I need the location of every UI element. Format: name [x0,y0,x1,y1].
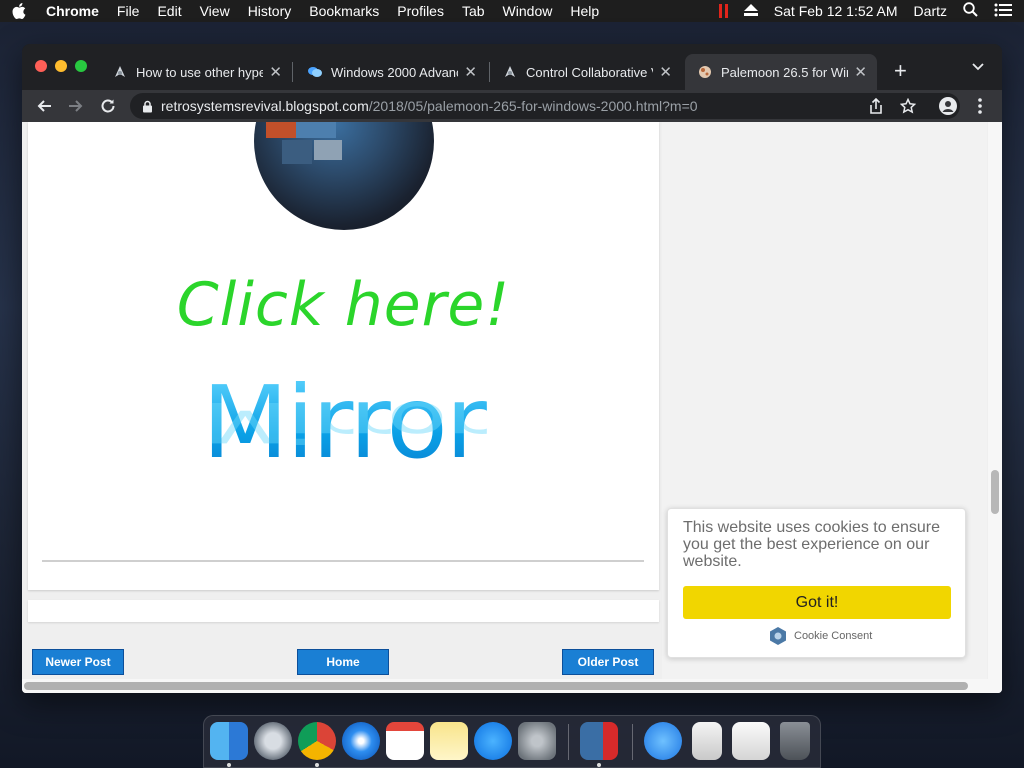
app-store-icon[interactable] [474,722,512,760]
windows-globe-image [254,122,434,230]
chrome-icon[interactable] [298,722,336,760]
menu-bar: Chrome File Edit View History Bookmarks … [0,0,1024,22]
tab-close-icon[interactable]: ✕ [464,63,477,81]
vertical-scrollbar-thumb[interactable] [991,470,999,514]
dock [203,715,821,768]
menu-help[interactable]: Help [570,3,599,19]
tab-separator [292,62,293,82]
cookie-consent-banner: This website uses cookies to ensure you … [667,508,966,658]
menu-profiles[interactable]: Profiles [397,3,444,19]
tab-close-icon[interactable]: ✕ [269,63,282,81]
menu-edit[interactable]: Edit [157,3,181,19]
menubar-user[interactable]: Dartz [914,3,947,19]
post-footer-card [28,600,659,622]
menu-history[interactable]: History [248,3,292,19]
menu-tab[interactable]: Tab [462,3,485,19]
browser-window: How to use other hype ✕ Windows 2000 Adv… [22,44,1002,693]
cookie-consent-logo-icon [770,627,786,645]
bookmark-star-icon[interactable] [898,96,918,116]
running-indicator [315,763,319,767]
tab-control-collaborative[interactable]: Control Collaborative V ✕ [490,54,682,90]
tab-windows-2000-advanced[interactable]: Windows 2000 Advanc ✕ [295,54,487,90]
tab-how-to-use-other-hype[interactable]: How to use other hype ✕ [100,54,292,90]
screenshot-file-icon[interactable] [732,722,770,760]
trash-icon[interactable] [780,722,810,760]
tab-title: Windows 2000 Advanc [331,64,459,80]
forward-arrow-icon[interactable] [66,96,86,116]
lock-icon[interactable] [142,100,153,113]
dock-separator [632,724,633,760]
older-post-button[interactable]: Older Post [562,649,654,675]
safari-icon[interactable] [342,722,380,760]
menu-file[interactable]: File [117,3,140,19]
tab-close-icon[interactable]: ✕ [854,63,867,81]
notes-icon[interactable] [430,722,468,760]
address-bar[interactable]: retrosystemsrevival.blogspot.com/2018/05… [130,93,960,119]
vertical-scrollbar[interactable] [988,122,1002,693]
home-button[interactable]: Home [297,649,389,675]
cookie-consent-brand-label: Cookie Consent [794,630,873,642]
cookie-got-it-button[interactable]: Got it! [683,586,951,619]
tab-title: How to use other hype [136,64,264,80]
calendar-icon[interactable] [386,722,424,760]
share-icon[interactable] [866,96,886,116]
system-preferences-icon[interactable] [518,722,556,760]
page-viewport: Click here! Mirror Mirror Newer Post Hom… [22,122,1002,693]
horizontal-scrollbar-thumb[interactable] [24,682,968,690]
horizontal-scrollbar[interactable] [22,679,988,693]
mirror-reflection: Mirror [202,389,485,455]
launchpad-icon[interactable] [254,722,292,760]
profile-avatar-icon[interactable] [938,96,958,116]
control-center-icon[interactable] [994,3,1012,20]
dock-separator [568,724,569,760]
post-body: Click here! Mirror Mirror [28,122,659,590]
close-window-button[interactable] [35,60,47,72]
chat-icon [308,67,322,77]
more-menu-icon[interactable] [970,96,990,116]
cookie-message: This website uses cookies to ensure you … [683,519,941,570]
palemoon-icon [699,66,711,78]
url-host: retrosystemsrevival.blogspot.com [161,98,369,114]
url-path: /2018/05/palemoon-265-for-windows-2000.h… [368,98,698,114]
post-divider [42,560,644,562]
tab-strip: How to use other hype ✕ Windows 2000 Adv… [22,44,1002,90]
ie-icon [505,66,515,77]
menu-window[interactable]: Window [503,3,553,19]
back-arrow-icon[interactable] [34,96,54,116]
eject-icon[interactable] [743,3,758,19]
applications-folder-icon[interactable] [644,722,682,760]
menu-app-chrome[interactable]: Chrome [46,3,99,19]
running-indicator [597,763,601,767]
minimize-window-button[interactable] [55,60,67,72]
browser-toolbar: retrosystemsrevival.blogspot.com/2018/05… [22,90,1002,122]
reload-icon[interactable] [98,96,118,116]
newer-post-button[interactable]: Newer Post [32,649,124,675]
menubar-clock[interactable]: Sat Feb 12 1:52 AM [774,3,898,19]
tab-title: Palemoon 26.5 for Win [721,64,849,80]
click-here-link-image[interactable]: Click here! [28,270,659,340]
menu-bookmarks[interactable]: Bookmarks [309,3,379,19]
apple-icon[interactable] [12,3,28,19]
tab-close-icon[interactable]: ✕ [659,63,672,81]
window-controls [35,60,87,72]
document-icon[interactable] [692,722,722,760]
menu-view[interactable]: View [200,3,230,19]
tab-title: Control Collaborative V [526,64,654,80]
ie-icon [115,66,125,77]
tab-palemoon-active[interactable]: Palemoon 26.5 for Win ✕ [685,54,877,90]
zoom-window-button[interactable] [75,60,87,72]
spotlight-search-icon[interactable] [963,2,978,20]
new-tab-plus-icon[interactable]: + [894,58,907,84]
finder-icon[interactable] [210,722,248,760]
cookie-consent-brand[interactable]: Cookie Consent [768,626,872,646]
parallels-windows-icon[interactable] [580,722,618,760]
tab-search-chevron-down-icon[interactable] [972,58,984,74]
parallels-status-icon[interactable] [718,4,728,18]
running-indicator [227,763,231,767]
